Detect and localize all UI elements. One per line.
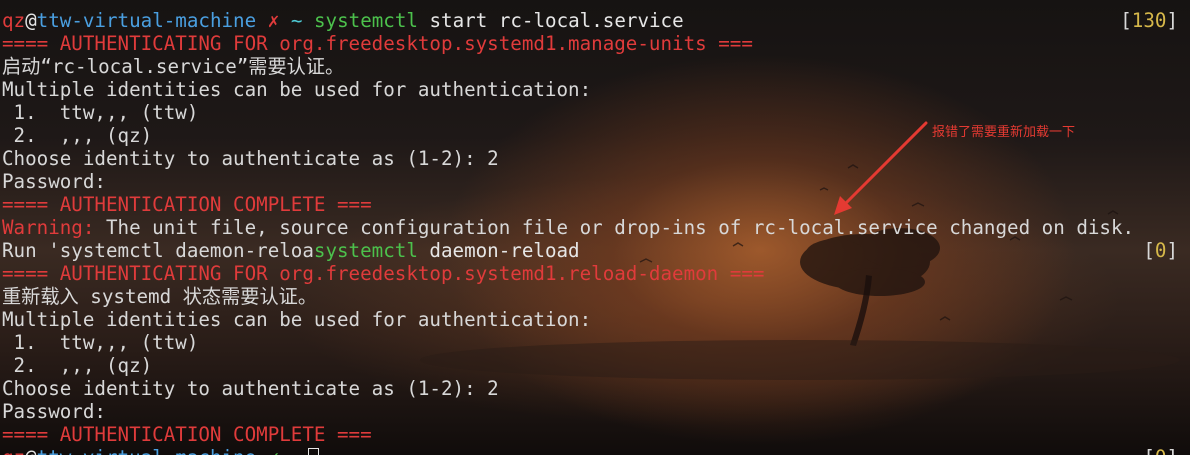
annotation-note: 报错了需要重新加载一下 [932,125,1076,140]
terminal-window[interactable]: qz@ttw-virtual-machine ✗ ~ systemctl sta… [0,0,1190,455]
red-arrow-icon [834,121,928,215]
